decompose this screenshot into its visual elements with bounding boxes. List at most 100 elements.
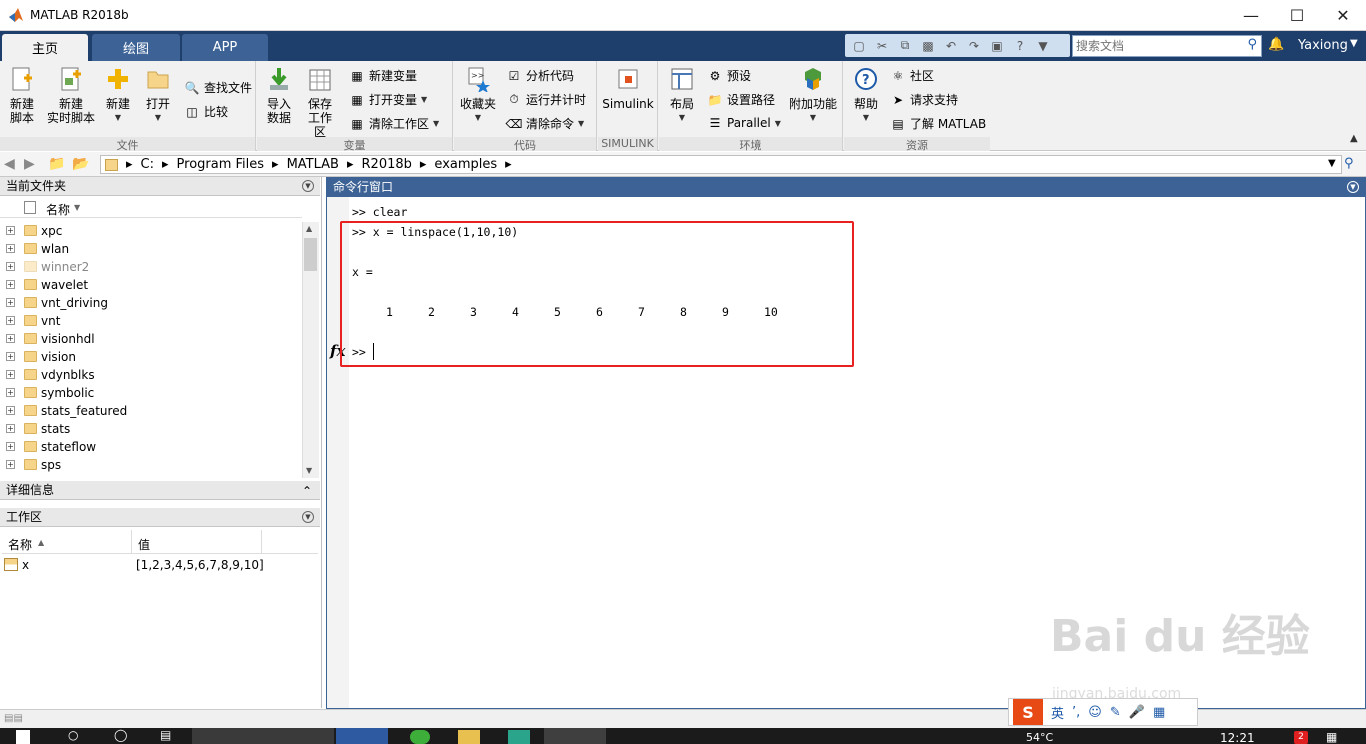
minimize-button[interactable]: — <box>1228 0 1274 30</box>
preferences-button[interactable]: ⚙ 预设 <box>707 67 751 84</box>
doc-search-box[interactable]: ⚲ <box>1072 35 1262 57</box>
panel-menu-icon[interactable]: ▼ <box>302 511 314 523</box>
chevron-down-icon[interactable]: ▼ <box>775 119 781 128</box>
expand-icon[interactable]: + <box>6 262 15 271</box>
column-divider[interactable] <box>131 530 132 554</box>
back-icon[interactable]: ◀ <box>4 156 15 172</box>
run-and-time-button[interactable]: ⏱ 运行并计时 <box>506 91 586 108</box>
save-workspace-button[interactable]: 保存 工作区 <box>303 65 337 139</box>
compare-button[interactable]: ◫ 比较 <box>184 103 228 120</box>
scroll-down-icon[interactable]: ▼ <box>306 466 312 475</box>
help-icon[interactable]: ? <box>1012 38 1028 54</box>
punctuation-icon[interactable]: ’, <box>1072 705 1080 720</box>
open-button[interactable]: 打开 ▼ <box>142 65 174 125</box>
chevron-down-icon[interactable]: ▼ <box>433 119 439 128</box>
list-item[interactable]: + stats <box>0 420 302 438</box>
file-explorer-icon[interactable] <box>458 730 480 744</box>
community-button[interactable]: ⚛ 社区 <box>890 67 934 84</box>
cut-icon[interactable]: ✂ <box>874 38 890 54</box>
path-dropdown-icon[interactable]: ▼ <box>1328 158 1336 169</box>
clear-commands-button[interactable]: ⌫ 清除命令 ▼ <box>506 115 585 132</box>
expand-icon[interactable]: + <box>6 370 15 379</box>
list-item[interactable]: + vdynblks <box>0 366 302 384</box>
layout-button[interactable]: 布局 ▼ <box>663 65 701 125</box>
expand-icon[interactable]: ▼ <box>1035 38 1051 54</box>
panel-menu-icon[interactable]: ▼ <box>302 180 314 192</box>
scrollbar-thumb[interactable] <box>304 238 317 271</box>
browse-folder-icon[interactable]: 📂 <box>72 156 89 172</box>
switch-windows-icon[interactable]: ▣ <box>989 38 1005 54</box>
details-header[interactable]: 详细信息 ⌃ <box>0 481 320 500</box>
learn-matlab-button[interactable]: ▤ 了解 MATLAB <box>890 115 986 132</box>
find-files-button[interactable]: 🔍 查找文件 <box>184 79 253 96</box>
panel-menu-icon[interactable]: ▼ <box>1347 181 1359 193</box>
search-folder-icon[interactable]: ⚲ <box>1344 156 1354 171</box>
sogou-logo-icon[interactable]: S <box>1013 699 1043 725</box>
windows-start-icon[interactable] <box>16 730 30 744</box>
new-button[interactable]: 新建 ▼ <box>102 65 134 125</box>
desktop-icon[interactable]: ▦ <box>1326 730 1337 744</box>
new-live-script-button[interactable]: 新建 实时脚本 <box>46 65 96 125</box>
import-data-button[interactable]: 导入 数据 <box>263 65 295 125</box>
notification-bell-icon[interactable]: 🔔 <box>1268 37 1284 52</box>
chevron-down-icon[interactable]: ▼ <box>863 111 869 125</box>
parallel-button[interactable]: ☰ Parallel ▼ <box>707 115 781 131</box>
undo-icon[interactable]: ↶ <box>943 38 959 54</box>
request-support-button[interactable]: ➤ 请求支持 <box>890 91 958 108</box>
help-button[interactable]: ? 帮助 ▼ <box>848 65 884 125</box>
task-view-icon[interactable]: ▤ <box>160 728 171 742</box>
breadcrumb-item[interactable]: Program Files <box>177 157 265 172</box>
chevron-down-icon[interactable]: ▼ <box>679 111 685 125</box>
close-button[interactable]: ✕ <box>1320 0 1366 30</box>
tab-apps[interactable]: APP <box>182 34 268 61</box>
set-path-button[interactable]: 📁 设置路径 <box>707 91 776 108</box>
copy-icon[interactable]: ⧉ <box>897 38 913 54</box>
doc-search-input[interactable] <box>1073 36 1243 56</box>
expand-icon[interactable]: + <box>6 298 15 307</box>
redo-icon[interactable]: ↷ <box>966 38 982 54</box>
expand-icon[interactable]: + <box>6 280 15 289</box>
simulink-button[interactable]: Simulink <box>602 65 654 111</box>
chevron-down-icon[interactable]: ▼ <box>810 111 816 125</box>
list-item[interactable]: + wavelet <box>0 276 302 294</box>
chevron-down-icon[interactable]: ▼ <box>115 111 121 125</box>
expand-icon[interactable]: + <box>6 316 15 325</box>
breadcrumb-item[interactable]: examples <box>434 157 497 172</box>
expand-icon[interactable]: + <box>6 244 15 253</box>
new-script-button[interactable]: 新建 脚本 <box>6 65 38 125</box>
list-item[interactable]: + vnt <box>0 312 302 330</box>
open-variable-button[interactable]: ▦ 打开变量 ▼ <box>349 91 427 108</box>
expand-icon[interactable]: + <box>6 406 15 415</box>
cortana-icon[interactable]: ◯ <box>114 728 127 742</box>
taskbar-app-icon[interactable] <box>410 730 430 744</box>
list-item[interactable]: + xpc <box>0 222 302 240</box>
workspace-col-value[interactable]: 值 <box>138 536 150 553</box>
list-item[interactable]: + visionhdl <box>0 330 302 348</box>
expand-icon[interactable]: + <box>6 226 15 235</box>
column-divider[interactable] <box>261 530 262 554</box>
search-icon[interactable]: ⚲ <box>1247 37 1257 52</box>
breadcrumb[interactable]: ▸ C: ▸ Program Files ▸ MATLAB ▸ R2018b ▸… <box>100 155 1342 174</box>
breadcrumb-item[interactable]: R2018b <box>362 157 412 172</box>
expand-icon[interactable]: + <box>6 334 15 343</box>
forward-icon[interactable]: ▶ <box>24 156 35 172</box>
taskbar-app-matlab[interactable] <box>544 728 606 744</box>
new-variable-button[interactable]: ▦ 新建变量 <box>349 67 417 84</box>
notification-badge[interactable]: 2 <box>1294 731 1308 744</box>
clock-time[interactable]: 12:21 <box>1220 731 1255 744</box>
user-name[interactable]: Yaxiong <box>1298 38 1348 53</box>
workspace-col-name[interactable]: 名称 <box>8 536 32 553</box>
chevron-down-icon[interactable]: ▼ <box>421 95 427 104</box>
paste-icon[interactable]: ▩ <box>920 38 936 54</box>
tab-home[interactable]: 主页 <box>2 34 88 61</box>
list-item[interactable]: + winner2 <box>0 258 302 276</box>
collapse-ribbon-icon[interactable]: ▲ <box>1350 133 1358 144</box>
taskbar-app-search[interactable] <box>336 728 388 744</box>
up-folder-icon[interactable]: 📁 <box>48 156 65 172</box>
maximize-button[interactable]: ☐ <box>1274 0 1320 30</box>
list-item[interactable]: + sps <box>0 456 302 474</box>
list-item[interactable]: + stats_featured <box>0 402 302 420</box>
grid-icon[interactable]: ▦ <box>1153 705 1165 720</box>
chevron-down-icon[interactable]: ▼ <box>578 119 584 128</box>
list-item[interactable]: + wlan <box>0 240 302 258</box>
